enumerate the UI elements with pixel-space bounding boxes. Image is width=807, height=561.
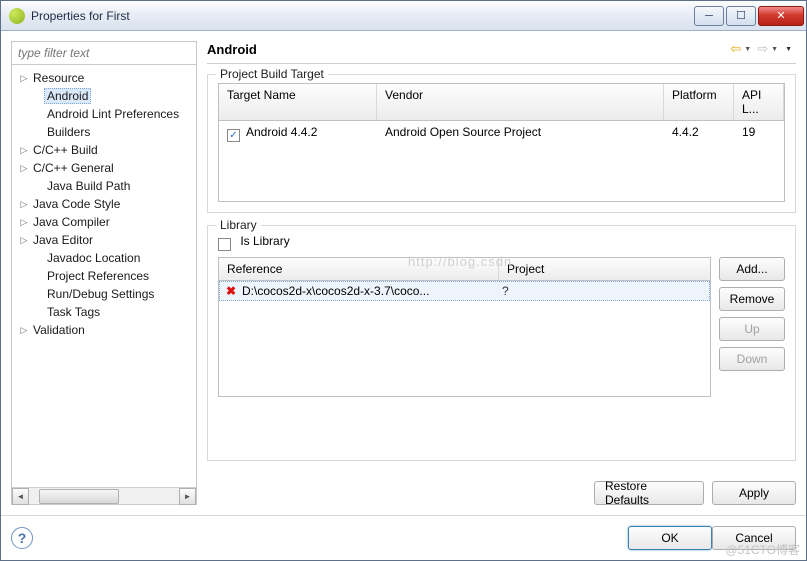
properties-dialog: Properties for First ─ ☐ ✕ ▷ResourceAndr…: [0, 0, 807, 561]
titlebar[interactable]: Properties for First ─ ☐ ✕: [1, 1, 806, 31]
tree-item-label: Task Tags: [44, 305, 103, 319]
target-platform-cell: 4.4.2: [664, 121, 734, 201]
col-reference[interactable]: Reference: [219, 258, 499, 280]
library-ref-table[interactable]: Reference Project ✖ D:\cocos2d-x\cocos2d…: [218, 257, 711, 397]
help-icon[interactable]: ?: [11, 527, 33, 549]
down-button[interactable]: Down: [719, 347, 785, 371]
tree-item-java-build-path[interactable]: Java Build Path: [12, 177, 196, 195]
tree-item-label: Java Editor: [30, 233, 96, 247]
nav-tree[interactable]: ▷ResourceAndroidAndroid Lint Preferences…: [12, 65, 196, 487]
minimize-button[interactable]: ─: [694, 6, 724, 26]
col-vendor[interactable]: Vendor: [377, 84, 664, 120]
col-platform[interactable]: Platform: [664, 84, 734, 120]
tree-item-project-references[interactable]: Project References: [12, 267, 196, 285]
tree-item-label: Java Compiler: [30, 215, 113, 229]
is-library-checkbox[interactable]: ✓: [218, 238, 231, 251]
expand-icon[interactable]: ▷: [18, 217, 30, 228]
expand-icon[interactable]: ▷: [18, 325, 30, 336]
target-row[interactable]: ✓ Android 4.4.2 Android Open Source Proje…: [219, 121, 784, 201]
content-pane: Android ⇦ ▼ ⇨ ▼ ▼ Project Build Target T…: [207, 41, 796, 505]
tree-item-label: Builders: [44, 125, 93, 139]
build-target-group: Project Build Target Target Name Vendor …: [207, 74, 796, 213]
col-project[interactable]: Project: [499, 258, 710, 280]
scroll-right-button[interactable]: ►: [179, 488, 196, 505]
tree-item-resource[interactable]: ▷Resource: [12, 69, 196, 87]
tree-item-c-c-build[interactable]: ▷C/C++ Build: [12, 141, 196, 159]
tree-item-android-lint-preferences[interactable]: Android Lint Preferences: [12, 105, 196, 123]
tree-item-c-c-general[interactable]: ▷C/C++ General: [12, 159, 196, 177]
apply-button[interactable]: Apply: [712, 481, 796, 505]
page-title: Android: [207, 42, 730, 57]
tree-item-label: Javadoc Location: [44, 251, 143, 265]
tree-item-label: C/C++ General: [30, 161, 117, 175]
close-button[interactable]: ✕: [758, 6, 804, 26]
is-library-label: Is Library: [240, 234, 289, 248]
target-table[interactable]: Target Name Vendor Platform API L... ✓ An…: [218, 83, 785, 202]
library-label: Library: [216, 218, 261, 232]
up-button[interactable]: Up: [719, 317, 785, 341]
tree-item-label: Java Code Style: [30, 197, 123, 211]
tree-item-label: Project References: [44, 269, 152, 283]
filter-input[interactable]: [12, 42, 196, 65]
col-target-name[interactable]: Target Name: [219, 84, 377, 120]
add-button[interactable]: Add...: [719, 257, 785, 281]
build-target-label: Project Build Target: [216, 67, 328, 81]
col-api[interactable]: API L...: [734, 84, 784, 120]
scroll-left-button[interactable]: ◄: [12, 488, 29, 505]
expand-icon[interactable]: ▷: [18, 163, 30, 174]
tree-item-java-editor[interactable]: ▷Java Editor: [12, 231, 196, 249]
remove-button[interactable]: Remove: [719, 287, 785, 311]
app-icon: [9, 8, 25, 24]
maximize-button[interactable]: ☐: [726, 6, 756, 26]
view-menu-icon[interactable]: ▼: [785, 46, 792, 53]
tree-item-label: Android: [44, 88, 91, 104]
tree-item-label: Android Lint Preferences: [44, 107, 182, 121]
tree-item-builders[interactable]: Builders: [12, 123, 196, 141]
restore-defaults-button[interactable]: Restore Defaults: [594, 481, 704, 505]
is-library-row: ✓ Is Library: [218, 234, 785, 251]
forward-arrow-icon: ⇨: [757, 41, 768, 57]
nav-pane: ▷ResourceAndroidAndroid Lint Preferences…: [11, 41, 197, 505]
tree-item-java-compiler[interactable]: ▷Java Compiler: [12, 213, 196, 231]
tree-item-android[interactable]: Android: [12, 87, 196, 105]
tree-item-label: Java Build Path: [44, 179, 133, 193]
ref-path-cell: D:\cocos2d-x\cocos2d-x-3.7\coco...: [242, 284, 502, 298]
h-scrollbar[interactable]: ◄ ►: [12, 487, 196, 504]
forward-menu-icon[interactable]: ▼: [771, 46, 778, 53]
tree-item-run-debug-settings[interactable]: Run/Debug Settings: [12, 285, 196, 303]
back-arrow-icon[interactable]: ⇦: [730, 41, 741, 57]
ref-project-cell: ?: [502, 284, 703, 298]
target-vendor-cell: Android Open Source Project: [377, 121, 664, 201]
target-name-cell: Android 4.4.2: [246, 125, 317, 139]
expand-icon[interactable]: ▷: [18, 235, 30, 246]
expand-icon[interactable]: ▷: [18, 145, 30, 156]
corner-watermark: @51CTO博客: [725, 541, 800, 558]
target-api-cell: 19: [734, 121, 784, 201]
ok-button[interactable]: OK: [628, 526, 712, 550]
window-title: Properties for First: [31, 9, 694, 23]
expand-icon[interactable]: ▷: [18, 199, 30, 210]
tree-item-label: Run/Debug Settings: [44, 287, 157, 301]
tree-item-javadoc-location[interactable]: Javadoc Location: [12, 249, 196, 267]
scroll-thumb[interactable]: [39, 489, 119, 504]
tree-item-label: C/C++ Build: [30, 143, 101, 157]
library-group: Library ✓ Is Library http://blog.csdn Re…: [207, 225, 796, 461]
error-icon: ✖: [226, 284, 242, 298]
tree-item-java-code-style[interactable]: ▷Java Code Style: [12, 195, 196, 213]
tree-item-validation[interactable]: ▷Validation: [12, 321, 196, 339]
target-checkbox[interactable]: ✓: [227, 129, 240, 142]
library-ref-row[interactable]: ✖ D:\cocos2d-x\cocos2d-x-3.7\coco... ?: [219, 281, 710, 301]
back-menu-icon[interactable]: ▼: [744, 46, 751, 53]
tree-item-label: Resource: [30, 71, 87, 85]
expand-icon[interactable]: ▷: [18, 73, 30, 84]
tree-item-task-tags[interactable]: Task Tags: [12, 303, 196, 321]
tree-item-label: Validation: [30, 323, 88, 337]
dialog-footer: ? OK Cancel: [1, 515, 806, 560]
